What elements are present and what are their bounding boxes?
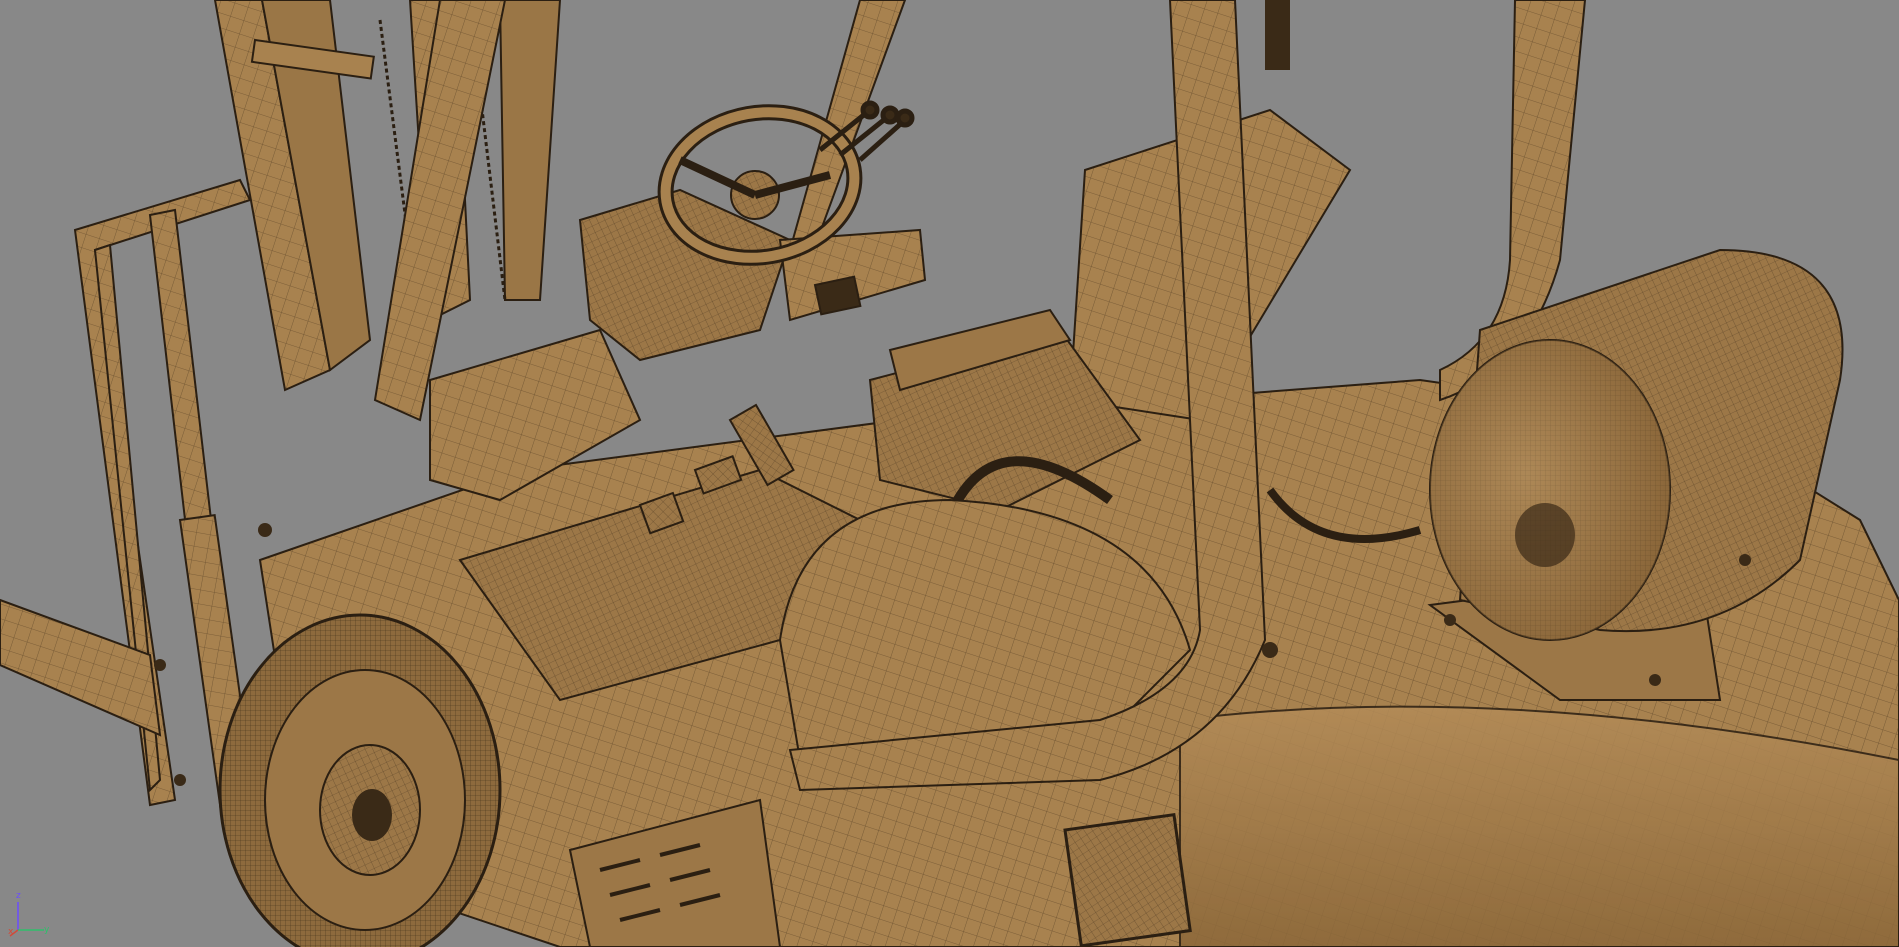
guard-bracket xyxy=(1265,0,1290,70)
axis-gizmo: z x y xyxy=(8,890,56,940)
axis-x-label: x xyxy=(8,927,14,937)
rear-body-curve xyxy=(1179,705,1899,947)
axis-z-label: z xyxy=(16,891,21,901)
3d-viewport[interactable]: z x y xyxy=(0,0,1899,947)
front-tire xyxy=(218,613,502,947)
axis-y-label: y xyxy=(44,925,50,935)
overhead-guard-post-left xyxy=(373,0,507,422)
forklift-wireframe-render xyxy=(0,0,1899,947)
fork-carriage xyxy=(73,178,257,809)
rear-vent xyxy=(1063,812,1192,947)
